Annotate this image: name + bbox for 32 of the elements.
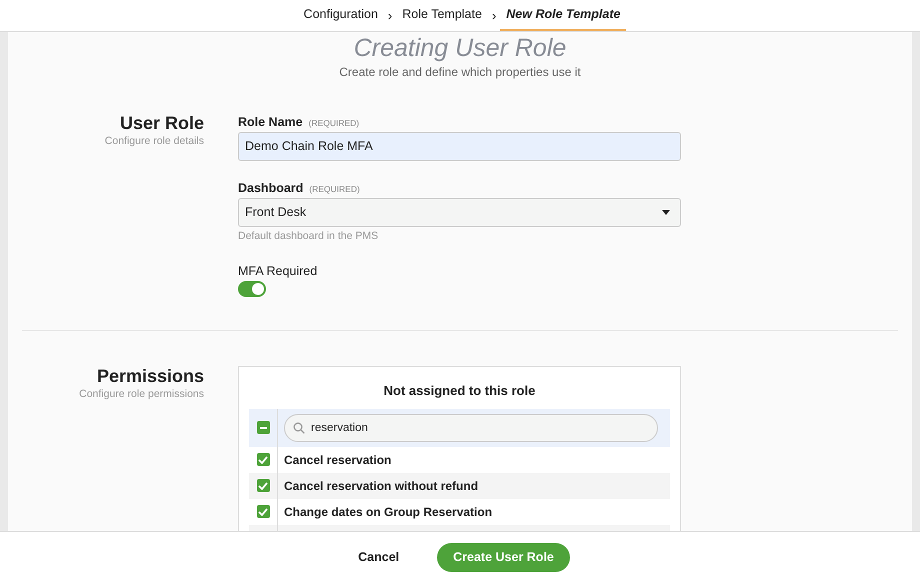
required-hint: (REQUIRED) [308, 118, 360, 128]
page-subtitle: Create role and define which properties use it [338, 64, 582, 79]
checkbox[interactable] [256, 479, 270, 492]
list-title: Not assigned to this role [382, 382, 536, 398]
field-label: Role Name [238, 114, 303, 129]
section-title: Permissions [96, 366, 204, 387]
help-text: Default dashboard in the PMS [238, 230, 380, 242]
select-all-checkbox[interactable] [256, 421, 270, 434]
section-title: User Role [118, 112, 204, 134]
permission-label: Change dates on Group Reservation [283, 504, 492, 519]
section-subtitle: Configure role permissions [78, 388, 204, 400]
required-hint: (REQUIRED) [309, 184, 360, 194]
breadcrumb-link[interactable]: Role Template [396, 0, 488, 31]
permission-label: Cancel reservation [283, 452, 392, 467]
breadcrumb-separator: › [388, 6, 392, 25]
dashboard-dropdown[interactable]: Front Desk [238, 198, 681, 227]
permission-row[interactable]: Cancel reservation without refund [249, 472, 670, 499]
checkbox[interactable] [256, 453, 270, 466]
search-field[interactable]: reservation [284, 414, 658, 442]
breadcrumb-link[interactable]: Configuration [298, 0, 384, 31]
search-icon [293, 422, 305, 434]
checkbox[interactable] [256, 505, 270, 518]
field-label: MFA Required [238, 264, 318, 278]
breadcrumb-separator: › [492, 6, 496, 25]
cancel-button[interactable]: Cancel [350, 544, 408, 570]
field-label: Dashboard [238, 180, 304, 195]
page-title: Creating User Role [352, 34, 568, 63]
section-subtitle: Configure role details [104, 134, 204, 147]
permission-label: Cancel reservation without refund [283, 478, 478, 493]
toggle-switch[interactable] [238, 280, 266, 297]
role-name-field[interactable]: Demo Chain Role MFA [238, 132, 681, 161]
caret-icon [662, 210, 670, 215]
